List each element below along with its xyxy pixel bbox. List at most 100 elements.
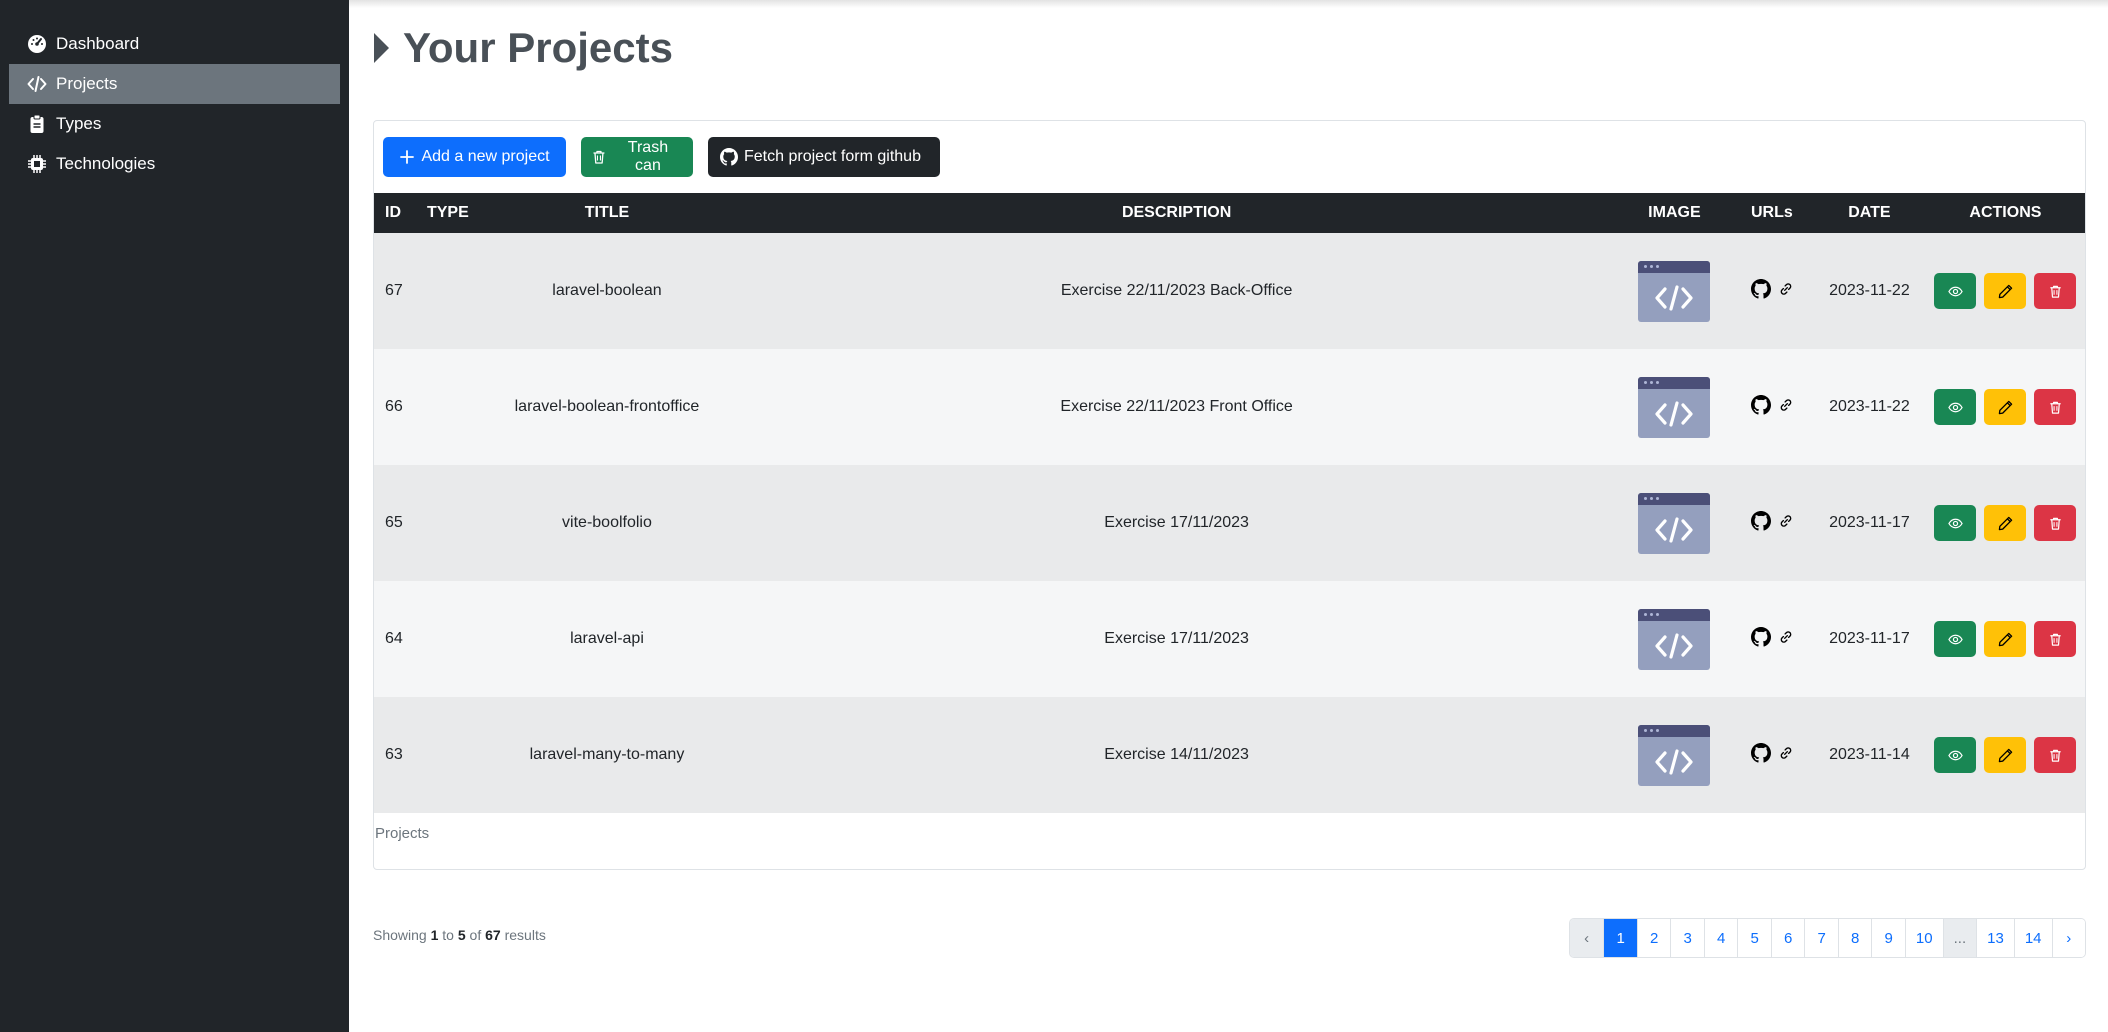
cell-title: laravel-many-to-many [529, 746, 685, 763]
cell-image [1618, 581, 1731, 697]
toolbar: Add a new project Trash can Fetch projec… [383, 137, 955, 177]
github-link-icon[interactable] [1750, 510, 1771, 536]
pagination-page[interactable]: 5 [1737, 919, 1771, 957]
sidebar-item-technologies[interactable]: Technologies [9, 144, 340, 184]
pagination-page[interactable]: 1 [1603, 919, 1637, 957]
edit-button[interactable] [1984, 737, 2027, 773]
code-placeholder-icon [1655, 748, 1693, 775]
eye-icon [1948, 750, 1963, 760]
link-icon[interactable] [1779, 282, 1793, 301]
page-header: Your Projects [374, 24, 673, 72]
add-project-label: Add a new project [421, 148, 550, 165]
cell-title: vite-boolfolio [562, 514, 652, 531]
code-placeholder-icon [1655, 516, 1693, 543]
pagination-prev[interactable]: ‹ [1569, 919, 1604, 957]
pagination-page[interactable]: 10 [1904, 919, 1943, 957]
plus-icon [400, 150, 415, 164]
edit-button[interactable] [1984, 389, 2027, 425]
project-thumbnail[interactable] [1638, 608, 1711, 670]
pagination-page[interactable]: 6 [1770, 919, 1805, 957]
link-icon[interactable] [1779, 630, 1793, 649]
sidebar: Dashboard Projects Types Technologies [0, 0, 349, 1032]
link-icon[interactable] [1779, 746, 1793, 765]
cell-date: 2023-11-17 [1829, 630, 1910, 647]
project-thumbnail[interactable] [1638, 724, 1711, 786]
table-header-row: ID TYPE TITLE DESCRIPTION IMAGE URLs DAT… [374, 193, 2085, 233]
view-button[interactable] [1934, 621, 1977, 657]
pagination-page[interactable]: 14 [2013, 919, 2052, 957]
table-caption: Projects [375, 825, 430, 842]
page-title: Your Projects [403, 24, 673, 71]
cell-description: Exercise 22/11/2023 Back-Office [1060, 282, 1293, 299]
link-icon[interactable] [1779, 398, 1793, 417]
delete-button[interactable] [2034, 621, 2077, 657]
projects-table: ID TYPE TITLE DESCRIPTION IMAGE URLs DAT… [374, 193, 2085, 813]
pencil-icon [1998, 516, 2013, 530]
edit-button[interactable] [1984, 273, 2027, 309]
project-thumbnail[interactable] [1638, 492, 1711, 554]
cell-image [1618, 233, 1731, 349]
cell-type [417, 581, 479, 697]
edit-button[interactable] [1984, 505, 2027, 541]
cell-urls [1731, 465, 1813, 581]
pagination-next[interactable]: › [2051, 919, 2085, 957]
cell-image [1618, 465, 1731, 581]
pencil-icon [1998, 284, 2013, 298]
cell-date: 2023-11-14 [1829, 746, 1910, 763]
trash-icon [2050, 517, 2061, 530]
view-button[interactable] [1934, 737, 1977, 773]
cell-urls [1731, 233, 1813, 349]
github-link-icon[interactable] [1750, 394, 1771, 420]
sidebar-item-types[interactable]: Types [9, 104, 340, 144]
table-row: 63 laravel-many-to-many Exercise 14/11/2… [374, 697, 2085, 813]
delete-button[interactable] [2034, 505, 2077, 541]
table-row: 67 laravel-boolean Exercise 22/11/2023 B… [374, 233, 2085, 349]
col-header-id: ID [385, 204, 401, 221]
sidebar-item-projects[interactable]: Projects [9, 64, 340, 104]
cell-title: laravel-api [570, 630, 644, 647]
showing-to: 5 [457, 927, 466, 943]
pagination-page[interactable]: 7 [1804, 919, 1838, 957]
pagination-page[interactable]: 3 [1670, 919, 1704, 957]
code-placeholder-icon [1655, 400, 1693, 427]
view-button[interactable] [1934, 273, 1977, 309]
eye-icon [1948, 286, 1963, 296]
delete-button[interactable] [2034, 389, 2077, 425]
fetch-github-button[interactable]: Fetch project form github [708, 137, 940, 177]
pagination-page[interactable]: 9 [1871, 919, 1905, 957]
project-thumbnail[interactable] [1638, 260, 1711, 322]
sidebar-item-label: Dashboard [56, 34, 140, 53]
pagination-page[interactable]: 13 [1976, 919, 2014, 957]
eye-icon [1948, 634, 1963, 644]
pagination-page[interactable]: 4 [1703, 919, 1738, 957]
col-header-title: TITLE [584, 204, 630, 221]
github-link-icon[interactable] [1750, 626, 1771, 652]
delete-button[interactable] [2034, 273, 2077, 309]
col-header-urls: URLs [1751, 204, 1793, 221]
topbar-shadow [349, 0, 2108, 8]
github-link-icon[interactable] [1750, 742, 1771, 768]
project-thumbnail[interactable] [1638, 376, 1711, 438]
pagination-page[interactable]: 8 [1837, 919, 1872, 957]
cell-actions [1926, 233, 2085, 349]
cell-description: Exercise 17/11/2023 [1104, 630, 1249, 647]
github-link-icon[interactable] [1750, 278, 1771, 304]
fetch-github-label: Fetch project form github [744, 148, 921, 165]
cell-id: 63 [385, 746, 403, 763]
pencil-icon [1998, 748, 2013, 762]
cell-id: 66 [385, 398, 403, 415]
add-project-button[interactable]: Add a new project [383, 137, 566, 177]
delete-button[interactable] [2034, 737, 2077, 773]
results-summary: Showing 1 to 5 of 67 results [373, 927, 546, 943]
sidebar-item-dashboard[interactable]: Dashboard [9, 24, 340, 64]
view-button[interactable] [1934, 389, 1977, 425]
table-row: 66 laravel-boolean-frontoffice Exercise … [374, 349, 2085, 465]
view-button[interactable] [1934, 505, 1977, 541]
trash-can-button[interactable]: Trash can [581, 137, 693, 177]
eye-icon [1948, 402, 1963, 412]
pagination-page[interactable]: 2 [1636, 919, 1671, 957]
link-icon[interactable] [1779, 514, 1793, 533]
cell-type [417, 697, 479, 813]
edit-button[interactable] [1984, 621, 2027, 657]
cell-image [1618, 697, 1731, 813]
